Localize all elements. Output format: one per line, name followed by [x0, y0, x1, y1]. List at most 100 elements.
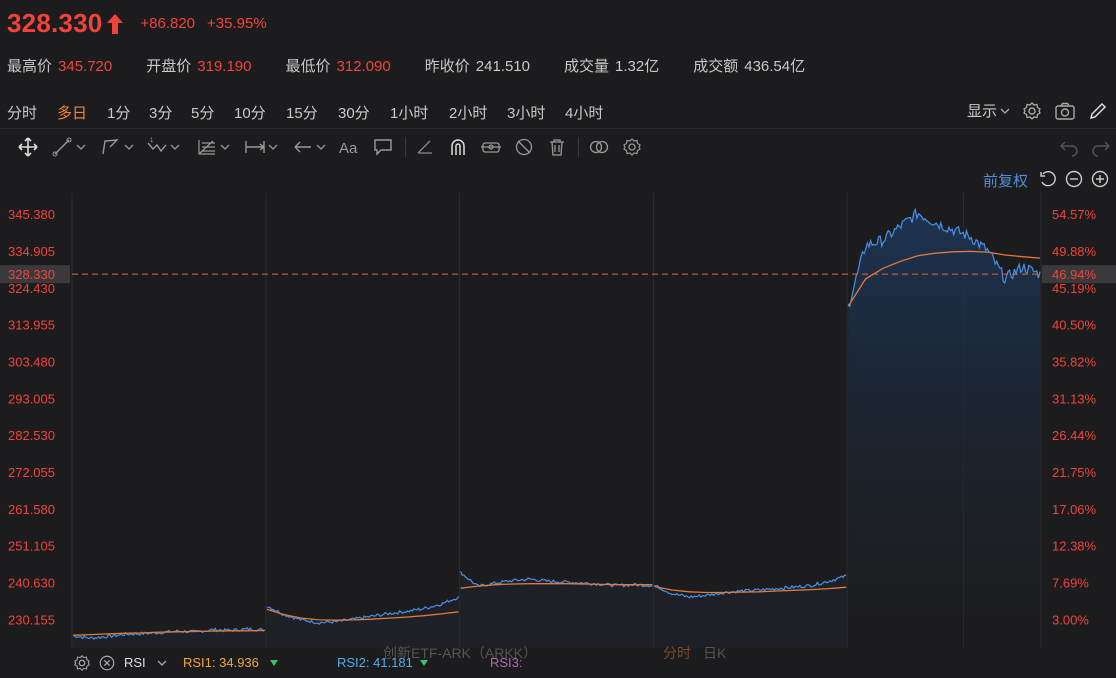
rsi2-value: RSI2: 41.181 — [337, 655, 413, 670]
chevron-down-icon — [1000, 108, 1010, 114]
magnet-icon[interactable] — [447, 137, 469, 157]
period-tab[interactable]: 30分 — [338, 102, 370, 123]
period-tab[interactable]: 1小时 — [390, 102, 428, 123]
divider — [578, 137, 579, 157]
period-tab[interactable]: 15分 — [286, 102, 318, 123]
current-price-label: 328.330 — [8, 267, 55, 282]
stat-label: 昨收价 — [424, 58, 470, 75]
price-change: +86.820 — [140, 15, 196, 32]
chart-view-controls — [1038, 169, 1110, 189]
period-tab[interactable]: 1分 — [107, 102, 130, 123]
triangle-down-icon — [270, 660, 278, 666]
y-tick-pct-label: 12.38% — [1052, 539, 1097, 554]
fibonacci-icon[interactable] — [196, 137, 218, 157]
y-tick-label: 345.380 — [8, 207, 55, 222]
y-tick-pct-label: 54.57% — [1052, 207, 1097, 222]
zoom-out-icon[interactable] — [1064, 169, 1084, 189]
triangle-down-icon — [420, 660, 428, 666]
stat-label: 最高价 — [7, 58, 53, 75]
polyline-icon[interactable] — [100, 137, 122, 157]
stats-row: 最高价 345.720 开盘价 319.190 最低价 312.090 昨收价 241.510… — [7, 55, 839, 76]
stat-item: 昨收价 241.510 — [425, 55, 530, 76]
pencil-icon[interactable] — [1088, 101, 1108, 121]
display-label: 显示 — [966, 103, 997, 120]
indicator-name[interactable]: RSI — [124, 655, 146, 670]
chevron-down-icon[interactable] — [168, 137, 182, 157]
comment-icon[interactable] — [372, 137, 394, 157]
stat-item: 最低价 312.090 — [286, 55, 391, 76]
chevron-down-icon[interactable] — [74, 137, 88, 157]
redo-icon[interactable] — [1090, 137, 1112, 157]
trend-line-icon[interactable] — [52, 137, 74, 157]
y-tick-label: 251.105 — [8, 539, 55, 554]
quote-header: 328.330 +86.820 +35.95% 最高价 345.720 开盘价 319… — [0, 0, 1116, 95]
period-tab[interactable]: 3分 — [149, 102, 172, 123]
period-tab[interactable]: 分时 — [7, 102, 37, 123]
stat-value: 319.190 — [197, 58, 252, 75]
hide-icon[interactable] — [513, 137, 535, 157]
camera-icon[interactable] — [1054, 101, 1076, 121]
lock-draw-icon[interactable] — [480, 137, 502, 157]
gear-icon[interactable] — [1022, 101, 1042, 121]
chevron-down-icon[interactable] — [156, 657, 168, 669]
stat-label: 开盘价 — [146, 58, 192, 75]
period-tab[interactable]: 2小时 — [449, 102, 487, 123]
rsi1-value: RSI1: 34.936 — [183, 655, 259, 670]
y-tick-pct-label: 31.13% — [1052, 391, 1097, 406]
y-tick-pct-label: 26.44% — [1052, 428, 1097, 443]
ruler-icon[interactable] — [414, 137, 436, 157]
y-tick-pct-label: 40.50% — [1052, 318, 1097, 333]
stat-label: 最低价 — [285, 58, 331, 75]
y-tick-pct-label: 21.75% — [1052, 465, 1097, 480]
move-icon[interactable] — [17, 137, 39, 157]
period-tab[interactable]: 10分 — [234, 102, 266, 123]
chevron-down-icon[interactable] — [218, 137, 232, 157]
y-tick-label: 230.155 — [8, 612, 55, 627]
adjust-mode-button[interactable]: 前复权 — [983, 170, 1028, 191]
y-tick-label: 272.055 — [8, 465, 55, 480]
arrow-left-icon[interactable] — [292, 137, 314, 157]
up-arrow-icon — [107, 13, 124, 34]
svg-text:Aa: Aa — [339, 140, 358, 157]
chevron-down-icon[interactable] — [266, 137, 280, 157]
adjust-bar: 前复权 — [0, 166, 1116, 192]
measure-icon[interactable] — [244, 137, 266, 157]
stat-item: 最高价 345.720 — [7, 55, 112, 76]
close-icon[interactable] — [98, 654, 116, 672]
stat-value: 1.32亿 — [615, 58, 660, 75]
period-bar: 分时 多日 1分 3分 5分 10分 15分 30分 1小时 2小时 3小时 4小时 显示 — [0, 96, 1116, 126]
stat-value: 345.720 — [58, 58, 113, 75]
divider — [405, 137, 406, 157]
chart-settings: 显示 — [967, 100, 1108, 121]
y-tick-label: 293.005 — [8, 391, 55, 406]
chevron-down-icon[interactable] — [314, 137, 328, 157]
compare-icon[interactable] — [588, 137, 610, 157]
y-tick-pct-label: 7.69% — [1052, 576, 1089, 591]
stat-value: 241.510 — [475, 58, 530, 75]
reset-icon[interactable] — [1038, 169, 1058, 189]
undo-icon[interactable] — [1058, 137, 1080, 157]
indicator-settings-icon[interactable] — [73, 654, 91, 672]
period-tab[interactable]: 3小时 — [507, 102, 545, 123]
svg-text:1: 1 — [150, 138, 154, 144]
zoom-in-icon[interactable] — [1090, 169, 1110, 189]
settings-icon[interactable] — [621, 137, 643, 157]
period-tab[interactable]: 多日 — [57, 102, 87, 123]
y-tick-label: 240.630 — [8, 576, 55, 591]
y-tick-label: 261.580 — [8, 502, 55, 517]
wave-icon[interactable]: 1 — [146, 137, 168, 157]
trash-icon[interactable] — [546, 137, 568, 157]
chevron-down-icon[interactable] — [122, 137, 136, 157]
chart-svg[interactable]: 345.380 54.57%334.905 49.88%324.430 45.19%3… — [0, 193, 1116, 648]
y-tick-pct-label: 49.88% — [1052, 244, 1097, 259]
drawing-toolbar: 1 Aa — [0, 128, 1116, 164]
period-tab[interactable]: 4小时 — [565, 102, 603, 123]
price-chart[interactable]: 345.380 54.57% 334.905 49.88% 324.430 45.19% 3… — [0, 193, 1116, 648]
y-tick-pct-label: 3.00% — [1052, 612, 1089, 627]
current-pct-label: 46.94% — [1052, 267, 1097, 282]
text-icon[interactable]: Aa — [338, 137, 360, 157]
price-area-fill — [654, 575, 847, 648]
display-menu[interactable]: 显示 — [967, 100, 1010, 121]
stat-item: 开盘价 319.190 — [146, 55, 251, 76]
period-tab[interactable]: 5分 — [191, 102, 214, 123]
